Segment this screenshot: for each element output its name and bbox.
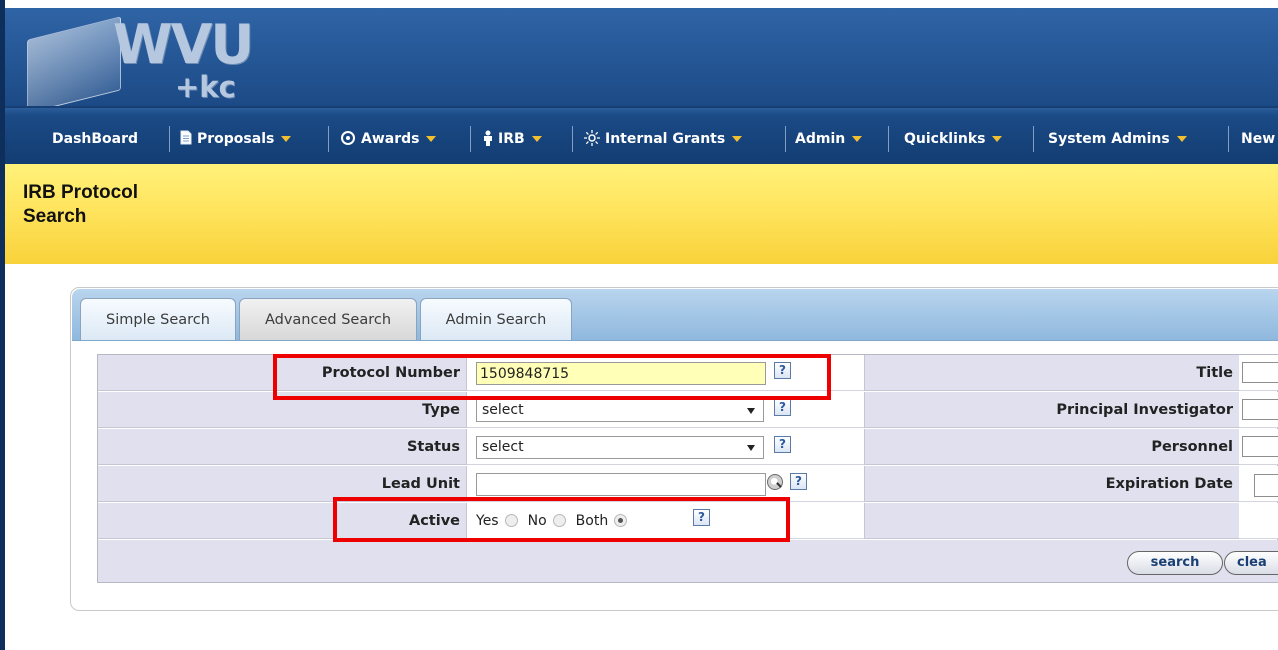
document-icon [180, 128, 192, 150]
folder-logo-icon [27, 16, 121, 114]
personnel-input[interactable] [1242, 436, 1278, 457]
chevron-down-icon [732, 136, 743, 142]
annotation-box-protocol-number [273, 354, 831, 400]
nav-internal-grants[interactable]: Internal Grants [584, 128, 743, 150]
nav-system-admins[interactable]: System Admins [1048, 128, 1187, 150]
tab-admin-search[interactable]: Admin Search [420, 298, 572, 340]
principal-investigator-label: Principal Investigator [1056, 402, 1233, 418]
title-label-cell: Title [864, 355, 1239, 391]
main-nav: DashBoard Proposals Awards IRB Internal … [5, 106, 1278, 166]
nav-irb[interactable]: IRB [483, 128, 542, 150]
tab-advanced-search[interactable]: Advanced Search [239, 298, 417, 340]
expiration-date-input[interactable] [1254, 474, 1278, 497]
page-title-bar: IRB Protocol Search [5, 164, 1278, 264]
dropdown-arrow-icon [747, 408, 755, 414]
annotation-box-active [333, 497, 790, 542]
status-select-value: select [482, 439, 524, 455]
nav-divider [470, 126, 471, 152]
lead-unit-input[interactable] [476, 473, 766, 496]
title-input[interactable] [1242, 362, 1278, 383]
expiration-date-field-cell [1239, 466, 1278, 502]
button-row: search clea [98, 540, 1278, 582]
principal-investigator-field-cell [1239, 392, 1278, 428]
nav-quicklinks[interactable]: Quicklinks [904, 128, 1003, 150]
dropdown-arrow-icon [747, 445, 755, 451]
logo-wvu[interactable]: WVU [113, 16, 254, 74]
nav-admin-label: Admin [795, 131, 846, 147]
nav-irb-label: IRB [498, 131, 525, 147]
nav-dashboard-label: DashBoard [52, 131, 139, 147]
app-header: WVU +kc [5, 8, 1278, 114]
logo-kc[interactable]: +kc [175, 72, 236, 102]
tab-simple-search[interactable]: Simple Search [80, 298, 236, 340]
search-button[interactable]: search [1127, 551, 1223, 575]
nav-awards-label: Awards [361, 131, 420, 147]
type-select-value: select [482, 402, 524, 418]
title-label: Title [1196, 365, 1233, 381]
nav-quicklinks-label: Quicklinks [904, 131, 986, 147]
nav-divider [169, 126, 170, 152]
personnel-field-cell [1239, 429, 1278, 465]
nav-system-admins-label: System Admins [1048, 131, 1170, 147]
nav-new-label: New [1241, 131, 1276, 147]
chevron-down-icon [852, 136, 863, 142]
nav-divider [1228, 126, 1229, 152]
nav-proposals[interactable]: Proposals [180, 128, 292, 150]
status-label: Status [406, 439, 460, 455]
nav-proposals-label: Proposals [197, 131, 275, 147]
empty-field-cell [1239, 503, 1278, 539]
help-icon[interactable]: ? [774, 436, 791, 453]
principal-investigator-label-cell: Principal Investigator [864, 392, 1239, 428]
form-row-status: Status select ? Personnel [98, 429, 1278, 466]
awards-icon [340, 128, 356, 150]
status-select[interactable]: select [476, 436, 764, 459]
title-field-cell [1239, 355, 1278, 391]
clear-button[interactable]: clea [1224, 551, 1278, 575]
chevron-down-icon [281, 136, 292, 142]
page-title-line2: Search [23, 206, 87, 227]
help-icon[interactable]: ? [774, 399, 791, 416]
expiration-date-label-cell: Expiration Date [864, 466, 1239, 502]
top-strip [5, 0, 1278, 8]
sun-icon [584, 128, 600, 150]
nav-internal-grants-label: Internal Grants [605, 131, 726, 147]
empty-label-cell [864, 503, 1239, 539]
type-select[interactable]: select [476, 399, 764, 422]
nav-divider [572, 126, 573, 152]
nav-dashboard[interactable]: DashBoard [52, 128, 138, 150]
status-label-cell: Status [98, 429, 467, 465]
nav-admin[interactable]: Admin [795, 128, 863, 150]
chevron-down-icon [1176, 136, 1187, 142]
nav-divider [888, 126, 889, 152]
person-icon [483, 128, 493, 150]
status-field-cell: select ? [467, 429, 864, 465]
personnel-label: Personnel [1151, 439, 1233, 455]
nav-awards[interactable]: Awards [340, 128, 437, 150]
chevron-down-icon [531, 136, 542, 142]
nav-new[interactable]: New [1241, 128, 1275, 150]
nav-divider [1033, 126, 1034, 152]
help-icon[interactable]: ? [790, 473, 807, 490]
nav-divider [785, 126, 786, 152]
nav-divider [328, 126, 329, 152]
page-title: IRB Protocol Search [23, 181, 223, 229]
page-title-line1: IRB Protocol [23, 182, 139, 203]
chevron-down-icon [992, 136, 1003, 142]
personnel-label-cell: Personnel [864, 429, 1239, 465]
lookup-search-icon[interactable] [767, 474, 783, 490]
principal-investigator-input[interactable] [1242, 399, 1278, 420]
chevron-down-icon [426, 136, 437, 142]
expiration-date-label: Expiration Date [1105, 476, 1233, 492]
